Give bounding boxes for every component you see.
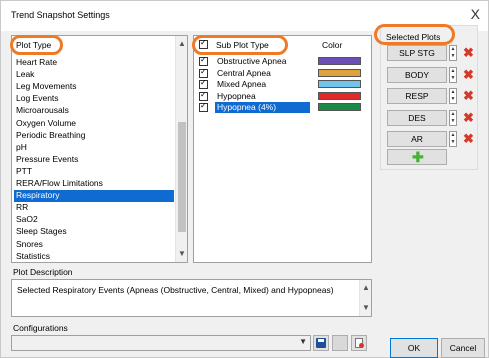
plot-type-item[interactable]: Microarousals (14, 105, 174, 117)
plot-type-item[interactable]: Oxygen Volume (14, 118, 174, 130)
delete-config-button[interactable] (351, 335, 367, 351)
plot-description-box[interactable]: Selected Respiratory Events (Apneas (Obs… (11, 279, 372, 317)
window-title: Trend Snapshot Settings (11, 10, 110, 20)
configurations-dropdown[interactable]: ▼ (11, 335, 311, 351)
chevron-down-icon: ▼ (299, 337, 307, 346)
plot-type-scrollbar[interactable]: ▲ ▼ (175, 36, 187, 262)
delete-x-icon[interactable]: ✖ (463, 110, 474, 126)
sub-plot-label: Hypopnea (4%) (215, 102, 310, 113)
save-config-button[interactable] (313, 335, 329, 351)
sub-plot-item[interactable]: Hypopnea (4%) (194, 101, 371, 113)
plot-type-item[interactable]: Statistics (14, 251, 174, 262)
delete-x-icon[interactable]: ✖ (463, 67, 474, 83)
ok-button[interactable]: OK (390, 338, 438, 358)
plot-description-text: Selected Respiratory Events (Apneas (Obs… (17, 285, 334, 295)
plot-type-item[interactable]: Heart Rate (14, 57, 174, 69)
scroll-up-icon[interactable]: ▲ (176, 38, 187, 50)
selected-plot-button[interactable]: DES (387, 109, 447, 126)
color-swatch[interactable] (318, 103, 361, 111)
order-spinner[interactable]: ▲ ▼ (449, 66, 457, 83)
scroll-down-icon[interactable]: ▼ (360, 302, 372, 314)
add-plot-button[interactable]: ✚ (387, 149, 447, 165)
plot-type-item[interactable]: Leg Movements (14, 81, 174, 93)
sub-plot-item[interactable]: Obstructive Apnea (194, 55, 371, 67)
document-delete-icon (355, 338, 364, 348)
configurations-group: Configurations ▼ (11, 321, 372, 351)
order-spinner[interactable]: ▲ ▼ (449, 109, 457, 126)
plot-type-item[interactable]: pH (14, 142, 174, 154)
plot-type-item[interactable]: Snores (14, 239, 174, 251)
delete-x-icon[interactable]: ✖ (463, 131, 474, 147)
plot-type-item[interactable]: RERA/Flow Limitations (14, 178, 174, 190)
sub-plot-item[interactable]: Mixed Apnea (194, 78, 371, 90)
order-spinner[interactable]: ▲ ▼ (449, 131, 457, 147)
color-swatch[interactable] (318, 91, 361, 100)
delete-x-icon[interactable]: ✖ (463, 45, 474, 61)
sub-plot-item[interactable]: Hypopnea (194, 90, 371, 102)
sub-plot-checkbox[interactable] (199, 55, 208, 66)
plot-description-group: Plot Description Selected Respiratory Ev… (11, 267, 372, 318)
sub-plot-checkbox[interactable] (199, 67, 208, 78)
plot-type-item[interactable]: Periodic Breathing (14, 130, 174, 142)
plot-description-label: Plot Description (13, 267, 73, 277)
selected-plot-button[interactable]: SLP STG (387, 45, 447, 61)
color-swatch[interactable] (318, 68, 361, 77)
scroll-up-icon[interactable]: ▲ (360, 282, 372, 294)
plot-type-item[interactable]: Respiratory (14, 190, 174, 202)
color-swatch[interactable] (318, 80, 361, 88)
plot-type-item[interactable]: RR (14, 202, 174, 214)
selected-plots-panel: Selected Plots SLP STG ▲ ▼ ✖ BODY ▲ ▼ ✖ RESP ▲ ▼ ✖ D… (380, 25, 478, 170)
plot-type-item[interactable]: Leak (14, 69, 174, 81)
configurations-label: Configurations (13, 323, 68, 333)
sub-plot-label: Hypopnea (217, 90, 256, 101)
plot-type-item[interactable]: Log Events (14, 93, 174, 105)
plus-icon: ✚ (412, 149, 424, 165)
sub-plot-checkbox[interactable] (199, 101, 208, 112)
blank-config-button[interactable] (332, 335, 348, 351)
plot-type-item[interactable]: PTT (14, 166, 174, 178)
delete-x-icon[interactable]: ✖ (463, 88, 474, 104)
sub-plot-label: Mixed Apnea (217, 79, 267, 89)
color-swatch[interactable] (318, 57, 361, 65)
plot-type-list[interactable]: Plot Type Heart Rate Leak Leg Movements Log… (11, 35, 188, 263)
selected-plot-button[interactable]: AR (387, 131, 447, 147)
selected-plot-button[interactable]: RESP (387, 88, 447, 104)
plot-type-item[interactable]: SaO2 (14, 214, 174, 226)
sub-plot-label: Central Apnea (217, 67, 271, 78)
selected-plots-header: Selected Plots (386, 32, 441, 42)
sub-plot-list[interactable]: Sub Plot Type Color Obstructive ApneaCen… (193, 35, 372, 263)
sub-plot-checkbox[interactable] (199, 78, 208, 89)
sub-plot-item[interactable]: Central Apnea (194, 67, 371, 79)
description-scrollbar[interactable]: ▲ ▼ (359, 280, 371, 316)
sub-plot-label: Obstructive Apnea (217, 56, 287, 66)
select-all-checkbox[interactable] (199, 38, 208, 49)
plot-type-item[interactable]: Sleep Stages (14, 226, 174, 238)
dialog-window: Trend Snapshot Settings X Plot Type Hear… (0, 0, 489, 358)
scroll-down-icon[interactable]: ▼ (176, 248, 187, 260)
sub-plot-header: Sub Plot Type (216, 40, 269, 50)
color-header: Color (322, 40, 343, 50)
sub-plot-checkbox[interactable] (199, 90, 208, 101)
order-spinner[interactable]: ▲ ▼ (449, 88, 457, 104)
save-icon (316, 338, 326, 348)
plot-type-header: Plot Type (16, 40, 52, 50)
scroll-thumb[interactable] (178, 122, 186, 232)
cancel-button[interactable]: Cancel (441, 338, 485, 358)
order-spinner[interactable]: ▲ ▼ (449, 45, 457, 61)
close-icon[interactable]: X (471, 6, 480, 22)
plot-type-item[interactable]: Pressure Events (14, 154, 174, 166)
selected-plot-button[interactable]: BODY (387, 66, 447, 83)
